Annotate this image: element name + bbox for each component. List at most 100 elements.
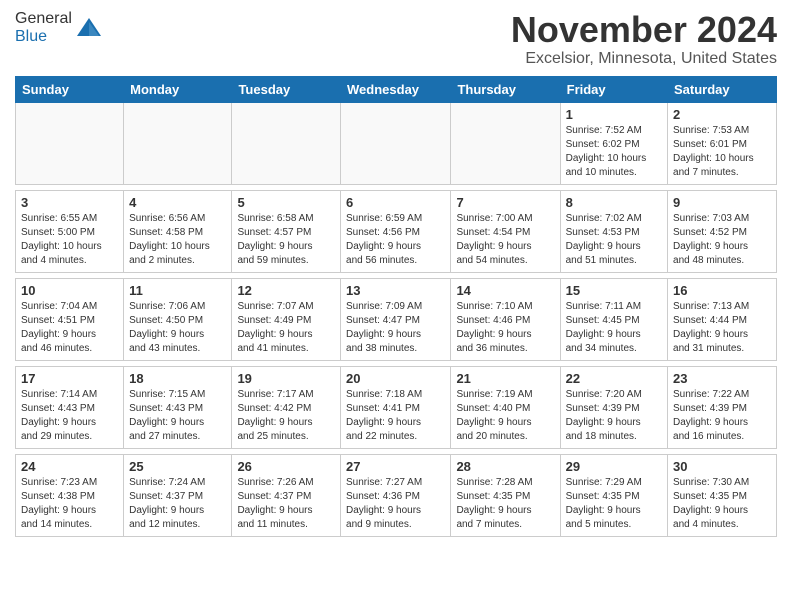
day-number: 9 [673,195,771,210]
day-number: 29 [566,459,662,474]
calendar-cell: 6 Sunrise: 6:59 AMSunset: 4:56 PMDaylight… [341,190,451,272]
day-info: Sunrise: 7:52 AMSunset: 6:02 PMDaylight:… [566,124,662,180]
day-info: Sunrise: 7:10 AMSunset: 4:46 PMDaylight:… [456,300,554,356]
calendar-cell: 14 Sunrise: 7:10 AMSunset: 4:46 PMDayligh… [451,278,560,360]
calendar-cell: 27Sunrise: 7:27 AMSunset: 4:36 PMDayligh… [341,454,451,536]
day-info: Sunrise: 7:03 AMSunset: 4:52 PMDaylight:… [673,212,771,268]
day-info: Sunrise: 7:26 AMSunset: 4:37 PMDaylight:… [237,476,335,532]
calendar-cell: 20 Sunrise: 7:18 AMSunset: 4:41 PMDayligh… [341,366,451,448]
logo-blue-text: Blue [15,28,47,45]
day-info: Sunrise: 7:14 AMSunset: 4:43 PMDaylight:… [21,388,118,444]
day-number: 30 [673,459,771,474]
day-info: Sunrise: 7:30 AMSunset: 4:35 PMDaylight:… [673,476,771,532]
day-number: 19 [237,371,335,386]
day-number: 12 [237,283,335,298]
day-info: Sunrise: 7:28 AMSunset: 4:35 PMDaylight:… [456,476,554,532]
day-info: Sunrise: 7:06 AMSunset: 4:50 PMDaylight:… [129,300,226,356]
calendar-week-row: 24Sunrise: 7:23 AMSunset: 4:38 PMDayligh… [16,454,777,536]
day-info: Sunrise: 7:18 AMSunset: 4:41 PMDaylight:… [346,388,445,444]
day-number: 5 [237,195,335,210]
calendar-cell: 15 Sunrise: 7:11 AMSunset: 4:45 PMDayligh… [560,278,667,360]
day-number: 6 [346,195,445,210]
day-info: Sunrise: 7:15 AMSunset: 4:43 PMDaylight:… [129,388,226,444]
calendar-cell: 30 Sunrise: 7:30 AMSunset: 4:35 PMDayligh… [668,454,777,536]
calendar-cell: 28 Sunrise: 7:28 AMSunset: 4:35 PMDayligh… [451,454,560,536]
calendar-cell: 10 Sunrise: 7:04 AMSunset: 4:51 PMDayligh… [16,278,124,360]
day-number: 28 [456,459,554,474]
header-monday: Monday [124,76,232,102]
calendar-cell: 23Sunrise: 7:22 AMSunset: 4:39 PMDayligh… [668,366,777,448]
day-number: 22 [566,371,662,386]
month-title: November 2024 [511,10,777,50]
header-saturday: Saturday [668,76,777,102]
location-title: Excelsior, Minnesota, United States [511,50,777,68]
calendar-cell: 22 Sunrise: 7:20 AMSunset: 4:39 PMDayligh… [560,366,667,448]
calendar-cell: 9 Sunrise: 7:03 AMSunset: 4:52 PMDaylight… [668,190,777,272]
calendar-cell [451,102,560,184]
day-info: Sunrise: 7:07 AMSunset: 4:49 PMDaylight:… [237,300,335,356]
day-info: Sunrise: 7:20 AMSunset: 4:39 PMDaylight:… [566,388,662,444]
calendar-cell: 13Sunrise: 7:09 AMSunset: 4:47 PMDayligh… [341,278,451,360]
day-number: 20 [346,371,445,386]
day-number: 17 [21,371,118,386]
page: General Blue November 2024 Excelsior, Mi… [0,0,792,547]
calendar-week-row: 10 Sunrise: 7:04 AMSunset: 4:51 PMDayligh… [16,278,777,360]
day-number: 16 [673,283,771,298]
calendar-cell: 7 Sunrise: 7:00 AMSunset: 4:54 PMDaylight… [451,190,560,272]
calendar-cell: 5 Sunrise: 6:58 AMSunset: 4:57 PMDaylight… [232,190,341,272]
calendar-cell: 12 Sunrise: 7:07 AMSunset: 4:49 PMDayligh… [232,278,341,360]
day-info: Sunrise: 7:53 AMSunset: 6:01 PMDaylight:… [673,124,771,180]
day-info: Sunrise: 7:02 AMSunset: 4:53 PMDaylight:… [566,212,662,268]
calendar-cell [341,102,451,184]
logo-general-text: General [15,10,72,27]
logo-icon [75,14,103,42]
day-info: Sunrise: 6:58 AMSunset: 4:57 PMDaylight:… [237,212,335,268]
calendar-cell: 21 Sunrise: 7:19 AMSunset: 4:40 PMDayligh… [451,366,560,448]
day-number: 11 [129,283,226,298]
day-info: Sunrise: 7:11 AMSunset: 4:45 PMDaylight:… [566,300,662,356]
header-sunday: Sunday [16,76,124,102]
day-number: 3 [21,195,118,210]
day-number: 4 [129,195,226,210]
calendar-cell: 19 Sunrise: 7:17 AMSunset: 4:42 PMDayligh… [232,366,341,448]
day-info: Sunrise: 7:24 AMSunset: 4:37 PMDaylight:… [129,476,226,532]
day-number: 15 [566,283,662,298]
calendar-week-row: 3Sunrise: 6:55 AMSunset: 5:00 PMDaylight… [16,190,777,272]
calendar-cell: 3Sunrise: 6:55 AMSunset: 5:00 PMDaylight… [16,190,124,272]
day-info: Sunrise: 7:17 AMSunset: 4:42 PMDaylight:… [237,388,335,444]
day-info: Sunrise: 7:29 AMSunset: 4:35 PMDaylight:… [566,476,662,532]
day-number: 24 [21,459,118,474]
day-number: 8 [566,195,662,210]
day-number: 26 [237,459,335,474]
day-number: 2 [673,107,771,122]
day-info: Sunrise: 6:59 AMSunset: 4:56 PMDaylight:… [346,212,445,268]
day-number: 18 [129,371,226,386]
day-info: Sunrise: 7:04 AMSunset: 4:51 PMDaylight:… [21,300,118,356]
calendar-cell: 26 Sunrise: 7:26 AMSunset: 4:37 PMDayligh… [232,454,341,536]
day-number: 14 [456,283,554,298]
day-number: 1 [566,107,662,122]
day-number: 27 [346,459,445,474]
day-info: Sunrise: 7:00 AMSunset: 4:54 PMDaylight:… [456,212,554,268]
calendar-cell: 2 Sunrise: 7:53 AMSunset: 6:01 PMDaylight… [668,102,777,184]
day-info: Sunrise: 6:56 AMSunset: 4:58 PMDaylight:… [129,212,226,268]
calendar-cell: 1 Sunrise: 7:52 AMSunset: 6:02 PMDaylight… [560,102,667,184]
day-number: 7 [456,195,554,210]
calendar-cell [124,102,232,184]
calendar-week-row: 17 Sunrise: 7:14 AMSunset: 4:43 PMDayligh… [16,366,777,448]
header-friday: Friday [560,76,667,102]
header-thursday: Thursday [451,76,560,102]
logo: General Blue [15,10,103,45]
day-number: 10 [21,283,118,298]
calendar-cell [16,102,124,184]
calendar-cell: 16Sunrise: 7:13 AMSunset: 4:44 PMDayligh… [668,278,777,360]
header-tuesday: Tuesday [232,76,341,102]
calendar-cell: 29 Sunrise: 7:29 AMSunset: 4:35 PMDayligh… [560,454,667,536]
day-number: 13 [346,283,445,298]
day-info: Sunrise: 7:19 AMSunset: 4:40 PMDaylight:… [456,388,554,444]
calendar-cell: 8 Sunrise: 7:02 AMSunset: 4:53 PMDaylight… [560,190,667,272]
day-number: 21 [456,371,554,386]
calendar-week-row: 1 Sunrise: 7:52 AMSunset: 6:02 PMDaylight… [16,102,777,184]
day-number: 23 [673,371,771,386]
header: General Blue November 2024 Excelsior, Mi… [15,10,777,68]
